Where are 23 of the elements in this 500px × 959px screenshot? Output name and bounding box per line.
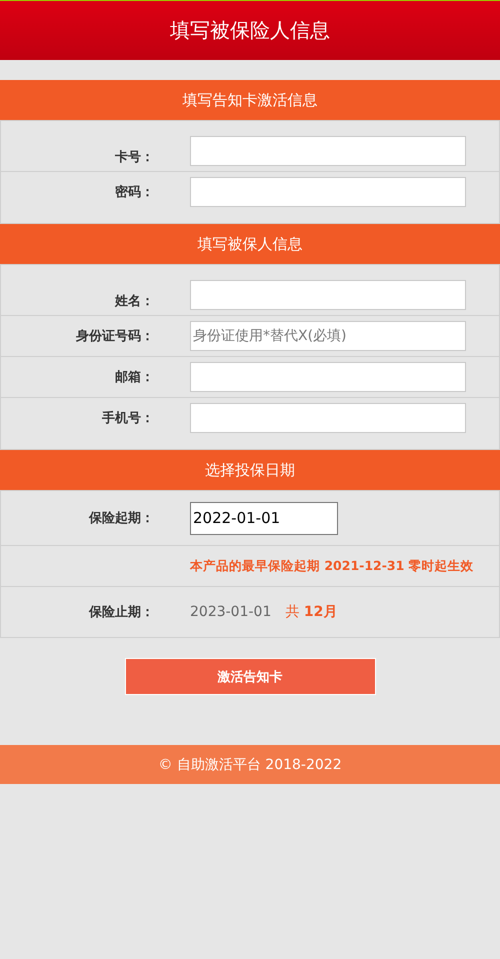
input-field[interactable] bbox=[190, 136, 466, 166]
field-label: 密码： bbox=[114, 184, 154, 201]
section-title: 选择投保日期 bbox=[205, 460, 295, 480]
end-date-text: 2023-01-01 bbox=[190, 604, 272, 620]
field-label: 邮箱： bbox=[114, 369, 154, 386]
input-field[interactable] bbox=[190, 280, 466, 310]
field-label: 保险起期： bbox=[88, 510, 154, 527]
notice-text: 本产品的最早保险起期 2021-12-31 零时起生效 bbox=[190, 558, 475, 574]
input-field[interactable] bbox=[190, 177, 466, 207]
footer-text: © 自助激活平台 2018-2022 bbox=[158, 756, 342, 774]
field-label: 卡号： bbox=[114, 149, 154, 166]
date-field[interactable]: 2022-01-01 bbox=[190, 502, 338, 534]
field-label: 姓名： bbox=[114, 293, 154, 310]
input-field[interactable]: 身份证使用*替代X(必填) bbox=[190, 321, 466, 351]
field-label: 保险止期： bbox=[88, 604, 154, 621]
section-title: 填写告知卡激活信息 bbox=[182, 90, 318, 110]
section-title: 填写被保人信息 bbox=[198, 234, 302, 254]
input-field[interactable] bbox=[190, 362, 466, 392]
field-label: 手机号： bbox=[101, 410, 154, 427]
input-field[interactable] bbox=[190, 403, 466, 433]
page-title: 填写被保险人信息 bbox=[170, 17, 330, 44]
field-label: 身份证号码： bbox=[75, 328, 154, 345]
duration-text: 共 12月 bbox=[285, 603, 338, 621]
